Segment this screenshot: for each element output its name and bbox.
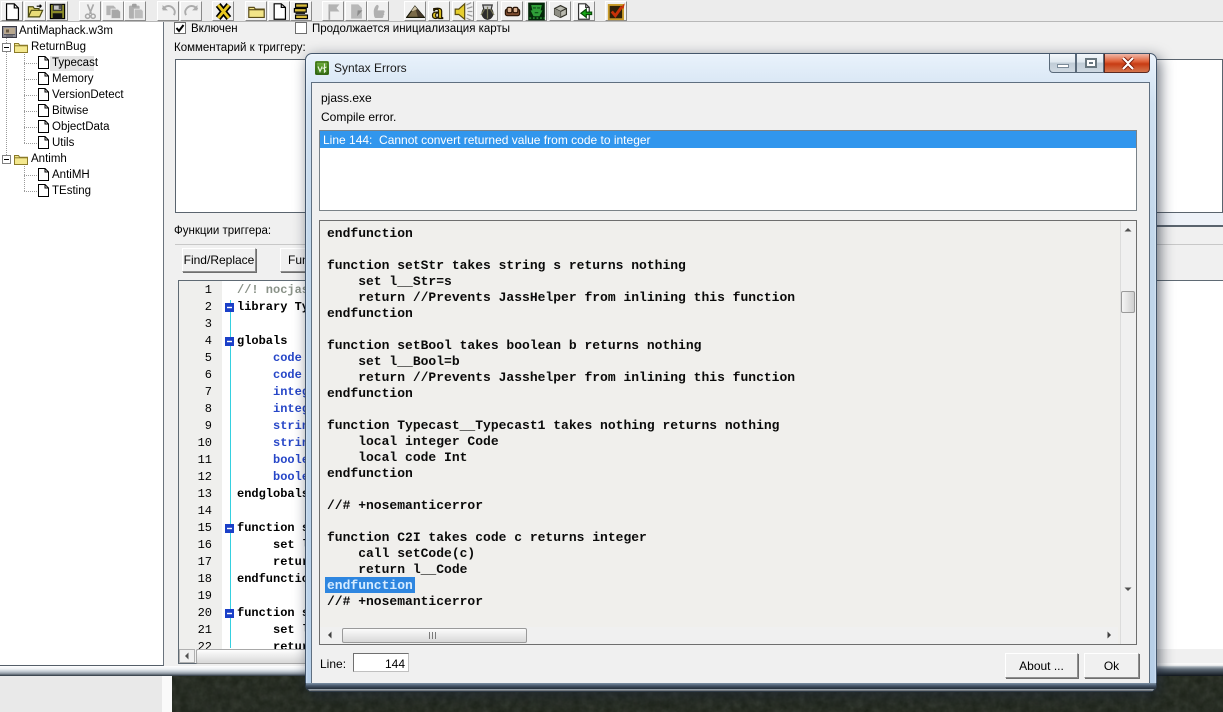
svg-text:a: a <box>432 2 443 21</box>
